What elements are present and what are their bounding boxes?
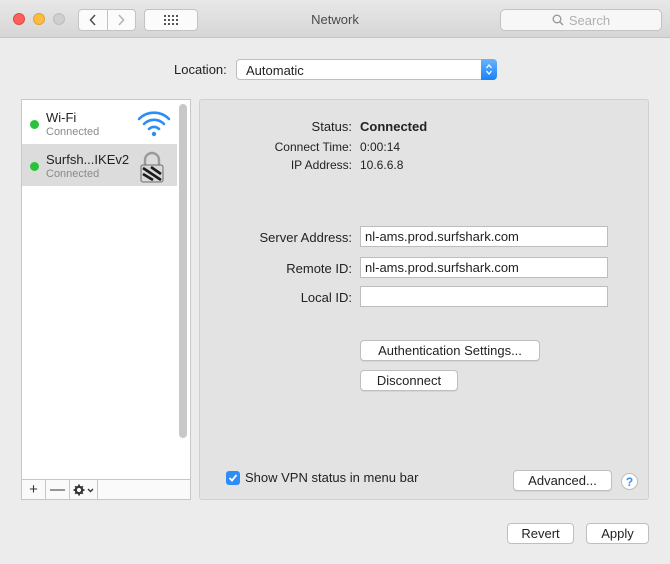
revert-button[interactable]: Revert [507, 523, 574, 544]
service-name: Wi-Fi [46, 110, 77, 125]
add-service-button[interactable]: + [22, 480, 46, 499]
search-icon [552, 14, 564, 26]
show-vpn-status-label: Show VPN status in menu bar [245, 470, 419, 485]
status-dot [30, 162, 39, 171]
remote-id-label: Remote ID: [286, 261, 352, 276]
authentication-settings-button[interactable]: Authentication Settings... [360, 340, 540, 361]
gear-icon [73, 484, 93, 495]
show-vpn-status-checkbox[interactable] [226, 471, 240, 485]
network-preferences-window: Network Search Location: Automatic Wi-Fi… [0, 0, 670, 564]
local-id-field[interactable] [360, 286, 608, 307]
ip-address-label: IP Address: [290, 158, 352, 172]
action-menu-button[interactable] [70, 480, 98, 499]
service-status: Connected [46, 168, 100, 180]
server-address-field[interactable]: nl-ams.prod.surfshark.com [360, 226, 608, 247]
service-item-wifi[interactable]: Wi-Fi Connected [22, 102, 177, 144]
updown-arrows-icon [481, 59, 497, 80]
disconnect-button[interactable]: Disconnect [360, 370, 458, 391]
wifi-icon [137, 108, 171, 141]
location-select[interactable]: Automatic [236, 59, 497, 80]
vpn-lock-icon [137, 150, 167, 187]
vpn-detail-panel: Status: Connected Connect Time: 0:00:14 … [199, 99, 649, 500]
server-address-label: Server Address: [259, 230, 353, 245]
sidebar-scrollbar[interactable] [179, 104, 187, 438]
remove-service-button[interactable]: — [46, 480, 70, 499]
status-value: Connected [360, 119, 428, 134]
connect-time-label: Connect Time: [274, 140, 352, 154]
local-id-label: Local ID: [300, 290, 352, 305]
status-label: Status: [311, 119, 352, 134]
ip-address-value: 10.6.6.8 [360, 158, 404, 172]
connect-time-value: 0:00:14 [360, 140, 401, 154]
title-bar: Network Search [0, 0, 670, 38]
help-button[interactable]: ? [621, 473, 638, 490]
service-list-toolbar: + — [22, 479, 190, 499]
advanced-button[interactable]: Advanced... [513, 470, 612, 491]
status-dot [30, 120, 39, 129]
apply-button[interactable]: Apply [586, 523, 649, 544]
service-item-vpn[interactable]: Surfsh...IKEv2 Connected [22, 144, 177, 186]
search-placeholder: Search [568, 12, 611, 28]
remote-id-field[interactable]: nl-ams.prod.surfshark.com [360, 257, 608, 278]
service-status: Connected [46, 126, 100, 138]
location-label: Location: [174, 62, 227, 77]
checkmark-icon [228, 474, 238, 482]
service-name: Surfsh...IKEv2 [46, 152, 130, 167]
search-field[interactable]: Search [500, 9, 662, 31]
service-list: Wi-Fi Connected Surfsh...IKEv2 Connected [21, 99, 191, 500]
location-value: Automatic [246, 63, 304, 78]
